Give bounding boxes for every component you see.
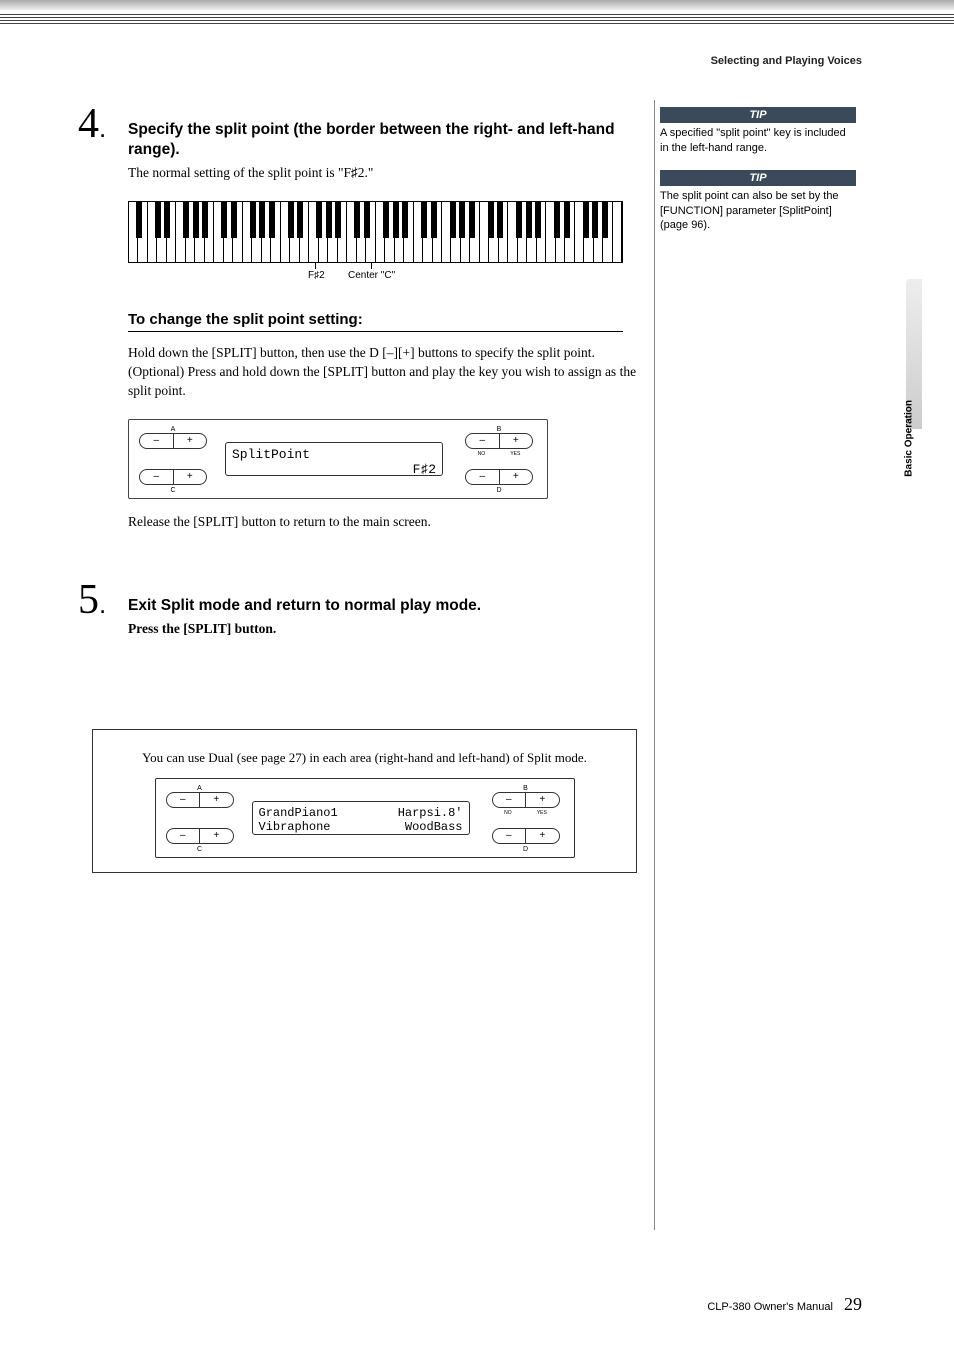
btn-b-sublabels: NOYES bbox=[492, 810, 560, 816]
btn-label-d: D bbox=[492, 846, 560, 853]
btn-label-a: A bbox=[166, 785, 234, 792]
footer: CLP-380 Owner's Manual 29 bbox=[707, 1294, 862, 1315]
step-number: 4. bbox=[78, 100, 106, 148]
keyboard-label-center-c: Center "C" bbox=[348, 270, 395, 281]
step-body: Press the [SPLIT] button. bbox=[128, 620, 640, 639]
tip-1-body: A specified "split point" key is include… bbox=[660, 126, 856, 156]
tip-header: TIP bbox=[660, 107, 856, 123]
keyboard-diagram: F♯2 Center "C" bbox=[128, 201, 623, 279]
release-text: Release the [SPLIT] button to return to … bbox=[128, 513, 640, 532]
lcd-dual-bl: Vibraphone bbox=[259, 820, 331, 834]
subheading-change-split: To change the split point setting: bbox=[128, 311, 623, 332]
lcd-line1: SplitPoint bbox=[232, 447, 436, 462]
btn-label-b: B bbox=[492, 785, 560, 792]
step-title: Exit Split mode and return to normal pla… bbox=[128, 576, 640, 616]
button-a: –+ bbox=[139, 433, 207, 449]
btn-label-c: C bbox=[139, 487, 207, 494]
lcd-dual-tr: Harpsi.8' bbox=[398, 806, 463, 820]
tip-2-body: The split point can also be set by the [… bbox=[660, 189, 856, 234]
step-5: 5. Exit Split mode and return to normal … bbox=[80, 576, 640, 639]
btn-b-sublabels: NOYES bbox=[465, 451, 533, 457]
sidebar-tips: TIP A specified "split point" key is inc… bbox=[660, 107, 860, 247]
footer-manual: CLP-380 Owner's Manual bbox=[707, 1301, 833, 1313]
top-rule-lines bbox=[0, 14, 954, 26]
button-c: –+ bbox=[166, 828, 234, 844]
page-section-header: Selecting and Playing Voices bbox=[711, 55, 862, 67]
top-gradient bbox=[0, 0, 954, 10]
lcd-dual-tl: GrandPiano1 bbox=[259, 806, 338, 820]
lcd-splitpoint: SplitPoint F♯2 bbox=[225, 442, 443, 476]
button-c: –+ bbox=[139, 469, 207, 485]
button-d: –+ bbox=[465, 469, 533, 485]
lcd-dual-br: WoodBass bbox=[405, 820, 463, 834]
keyboard-label-fsharp2: F♯2 bbox=[308, 270, 325, 281]
btn-label-d: D bbox=[465, 487, 533, 494]
button-a: –+ bbox=[166, 792, 234, 808]
vertical-divider bbox=[654, 100, 655, 1230]
lcd-line2: F♯2 bbox=[232, 462, 436, 477]
btn-label-b: B bbox=[465, 426, 533, 433]
btn-label-a: A bbox=[139, 426, 207, 433]
dual-note-text: You can use Dual (see page 27) in each a… bbox=[107, 750, 622, 766]
change-body-2: (Optional) Press and hold down the [SPLI… bbox=[128, 363, 640, 401]
side-tab-label: Basic Operation bbox=[904, 400, 915, 477]
panel-diagram-splitpoint: A –+ –+ C SplitPoint F♯2 B –+ NOYES –+ D bbox=[128, 419, 548, 499]
button-b: –+ bbox=[492, 792, 560, 808]
main-content: 4. Specify the split point (the border b… bbox=[80, 100, 640, 873]
footer-page: 29 bbox=[844, 1294, 862, 1314]
button-d: –+ bbox=[492, 828, 560, 844]
step-title: Specify the split point (the border betw… bbox=[128, 100, 640, 160]
btn-label-c: C bbox=[166, 846, 234, 853]
button-b: –+ bbox=[465, 433, 533, 449]
step-body: The normal setting of the split point is… bbox=[128, 164, 640, 183]
panel-diagram-dual: A –+ –+ C GrandPiano1 Harpsi.8' Vibraphon… bbox=[155, 778, 575, 858]
change-body-1: Hold down the [SPLIT] button, then use t… bbox=[128, 344, 640, 363]
tip-header: TIP bbox=[660, 170, 856, 186]
lcd-dual: GrandPiano1 Harpsi.8' Vibraphone WoodBass bbox=[252, 801, 470, 835]
dual-mode-note-box: You can use Dual (see page 27) in each a… bbox=[92, 729, 637, 873]
step-4: 4. Specify the split point (the border b… bbox=[80, 100, 640, 279]
step-number: 5. bbox=[78, 576, 106, 624]
